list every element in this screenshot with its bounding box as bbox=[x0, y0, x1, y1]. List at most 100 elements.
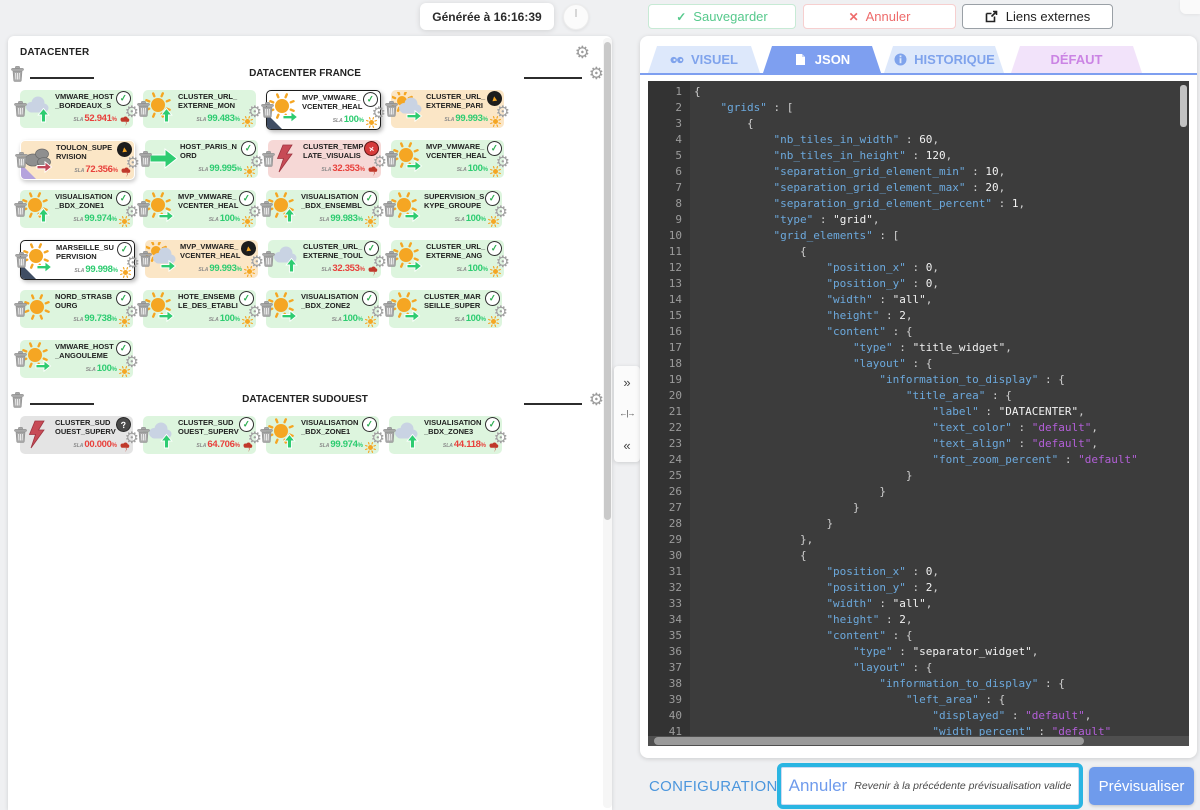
code-line: 12"position_x" : 0, bbox=[648, 260, 1189, 276]
dashboard-tile[interactable]: CLUSTER_URL_EXTERNE_ANGO...✓⚙SLA100% bbox=[391, 240, 504, 278]
dashboard-tile[interactable]: MVP_VMWARE_VCENTER_HEALT...✓⚙SLA100% bbox=[266, 90, 381, 130]
preview-button[interactable]: Prévisualiser bbox=[1089, 767, 1194, 805]
editor-vertical-scrollbar[interactable] bbox=[1180, 85, 1187, 127]
dashboard-tile[interactable]: HOST_PARIS_NORD✓⚙SLA99.995% bbox=[145, 140, 258, 178]
revert-button[interactable]: Annuler Revenir à la précédente prévisua… bbox=[777, 763, 1083, 809]
trash-icon[interactable] bbox=[13, 350, 28, 372]
trash-icon[interactable] bbox=[382, 426, 397, 448]
code-line: 26} bbox=[648, 484, 1189, 500]
code-line: 27} bbox=[648, 500, 1189, 516]
dashboard-tile[interactable]: MARSEILLE_SUPERVISION✓⚙SLA99.998% bbox=[20, 240, 135, 280]
json-code-editor[interactable]: 1{2"grids" : [3{4"nb_tiles_in_width" : 6… bbox=[648, 81, 1189, 746]
dashboard-tile[interactable]: VMWARE_HOST_BORDEAUX_SU...✓⚙SLA52.941% bbox=[20, 90, 133, 128]
trash-icon[interactable] bbox=[261, 250, 276, 272]
trash-icon[interactable] bbox=[14, 251, 29, 273]
save-button[interactable]: ✓ Sauvegarder bbox=[648, 4, 796, 29]
tab-visuel[interactable]: VISUEL bbox=[648, 46, 760, 73]
trash-icon[interactable] bbox=[14, 151, 29, 173]
section-separator: DATACENTER SUDOUEST⚙ bbox=[8, 390, 602, 412]
dashboard-tile[interactable]: NORD_STRASBOURG✓⚙SLA99.738% bbox=[20, 290, 133, 328]
trash-icon[interactable] bbox=[260, 101, 275, 123]
dashboard-tile[interactable]: VISUALISATION_BDX_ZONE3✓⚙SLA44.118% bbox=[389, 416, 502, 454]
check-icon: ✓ bbox=[676, 10, 686, 24]
trash-icon[interactable] bbox=[138, 250, 153, 272]
dashboard-tile[interactable]: VMWARE_HOST_ANGOULEME✓⚙SLA100% bbox=[20, 340, 133, 378]
trash-icon[interactable] bbox=[13, 300, 28, 322]
gear-icon[interactable]: ⚙ bbox=[494, 205, 508, 221]
dashboard-tile[interactable]: CLUSTER_URL_EXTERNE_TOULON✓⚙SLA32.353% bbox=[268, 240, 381, 278]
gear-icon[interactable]: ⚙ bbox=[496, 155, 510, 171]
tab-historique[interactable]: HISTORIQUE bbox=[884, 46, 1004, 73]
sla-value: SLA100% bbox=[457, 258, 488, 276]
trash-icon[interactable] bbox=[136, 300, 151, 322]
trash-icon[interactable] bbox=[138, 150, 153, 172]
dashboard-title-row: DATACENTER ⚙ bbox=[20, 42, 588, 62]
tab-defaut[interactable]: DÉFAUT bbox=[1011, 46, 1142, 73]
trash-icon[interactable] bbox=[259, 426, 274, 448]
gear-icon[interactable]: ⚙ bbox=[494, 431, 508, 447]
separator-line bbox=[524, 403, 582, 405]
trash-icon[interactable] bbox=[259, 200, 274, 222]
gear-icon[interactable]: ⚙ bbox=[496, 105, 510, 121]
code-line: 35"content" : { bbox=[648, 628, 1189, 644]
dashboard-tile[interactable]: MVP_VMWARE_VCENTER_HEALT...✓⚙SLA100% bbox=[391, 140, 504, 178]
trash-icon[interactable] bbox=[384, 100, 399, 122]
sla-value: SLA44.118% bbox=[443, 434, 486, 452]
sla-value: SLA100% bbox=[333, 109, 364, 127]
resize-handle[interactable]: ←|→ bbox=[619, 409, 634, 418]
dashboard-tile[interactable]: VISUALISATION_BDX_ZONE1✓⚙SLA99.974% bbox=[20, 190, 133, 228]
trash-icon[interactable] bbox=[261, 150, 276, 172]
code-line: 14"width" : "all", bbox=[648, 292, 1189, 308]
sla-value: SLA32.353% bbox=[321, 258, 365, 276]
dashboard-tile[interactable]: CLUSTER_TEMPLATE_VISUALISAT...×⚙SLA32.35… bbox=[268, 140, 381, 178]
configuration-label[interactable]: CONFIGURATION bbox=[649, 778, 778, 795]
dashboard-tile[interactable]: HOTE_ENSEMBLE_DES_ETABLISS...✓⚙SLA100% bbox=[143, 290, 256, 328]
trash-icon[interactable] bbox=[13, 200, 28, 222]
dashboard-tile[interactable]: VISUALISATION_BDX_ZONE2✓⚙SLA100% bbox=[266, 290, 379, 328]
code-line: 17"type" : "title_widget", bbox=[648, 340, 1189, 356]
code-line: 15"height" : 2, bbox=[648, 308, 1189, 324]
dashboard-tile[interactable]: SUPERVISION_SKYPE_GROUPE_1✓⚙SLA100% bbox=[389, 190, 502, 228]
dashboard-scrollbar[interactable] bbox=[603, 38, 612, 808]
external-links-button[interactable]: Liens externes bbox=[962, 4, 1113, 29]
tab-json[interactable]: JSON bbox=[763, 46, 881, 73]
gear-icon[interactable]: ⚙ bbox=[494, 305, 508, 321]
gear-icon[interactable]: ⚙ bbox=[125, 355, 139, 371]
dashboard-tile[interactable]: CLUSTER_MARSEILLE_SUPERVISION✓⚙SLA100% bbox=[389, 290, 502, 328]
dashboard-tile[interactable]: MVP_VMWARE_VCENTER_HEALT...✓⚙SLA100% bbox=[143, 190, 256, 228]
trash-icon[interactable] bbox=[382, 300, 397, 322]
sla-value: SLA32.353% bbox=[321, 158, 365, 176]
trash-icon[interactable] bbox=[13, 100, 28, 122]
code-line: 37"layout" : { bbox=[648, 660, 1189, 676]
panel-splitter: » ←|→ « bbox=[614, 366, 640, 462]
dashboard-tile[interactable]: CLUSTER_SUDOUEST_SUPERVISION?⚙SLA00.000% bbox=[20, 416, 133, 454]
dashboard-tile[interactable]: CLUSTER_URL_EXTERNE_MONTPELIER⚙SLA99.483… bbox=[143, 90, 256, 128]
trash-icon[interactable] bbox=[384, 150, 399, 172]
editor-horizontal-scrollbar[interactable] bbox=[648, 736, 1189, 746]
trash-icon[interactable] bbox=[382, 200, 397, 222]
collapse-right-button[interactable]: » bbox=[623, 376, 630, 389]
dashboard-tile[interactable]: CLUSTER_SUDOUEST_SUPERVISION_2✓⚙SLA64.70… bbox=[143, 416, 256, 454]
trash-icon[interactable] bbox=[384, 250, 399, 272]
scrollbar-thumb[interactable] bbox=[654, 737, 1084, 745]
sla-value: SLA100% bbox=[209, 308, 240, 326]
trash-icon[interactable] bbox=[13, 426, 28, 448]
gear-icon[interactable]: ⚙ bbox=[589, 391, 604, 408]
tab-underline bbox=[640, 73, 1197, 75]
dashboard-tile[interactable]: VISUALISATION_BDX_ENSEMBLE_...✓⚙SLA99.98… bbox=[266, 190, 379, 228]
cancel-button[interactable]: ✕ Annuler bbox=[803, 4, 956, 29]
code-line: 9"type" : "grid", bbox=[648, 212, 1189, 228]
dashboard-tile[interactable]: MVP_VMWARE_VCENTER_HEALT...▲⚙SLA99.993% bbox=[145, 240, 258, 278]
trash-icon[interactable] bbox=[136, 426, 151, 448]
gear-icon[interactable]: ⚙ bbox=[589, 65, 604, 82]
gear-icon[interactable]: ⚙ bbox=[575, 44, 590, 61]
trash-icon[interactable] bbox=[259, 300, 274, 322]
dashboard-tile[interactable]: VISUALISATION_BDX_ZONE1✓⚙SLA99.974% bbox=[266, 416, 379, 454]
trash-icon[interactable] bbox=[136, 200, 151, 222]
dashboard-tile[interactable]: CLUSTER_URL_EXTERNE_PARIS▲⚙SLA99.993% bbox=[391, 90, 504, 128]
dashboard-tile[interactable]: TOULON_SUPERVISION▲⚙SLA72.356% bbox=[20, 140, 135, 180]
gear-icon[interactable]: ⚙ bbox=[496, 255, 510, 271]
collapse-left-button[interactable]: « bbox=[623, 439, 630, 452]
trash-icon[interactable] bbox=[136, 100, 151, 122]
scrollbar-thumb[interactable] bbox=[604, 42, 611, 520]
